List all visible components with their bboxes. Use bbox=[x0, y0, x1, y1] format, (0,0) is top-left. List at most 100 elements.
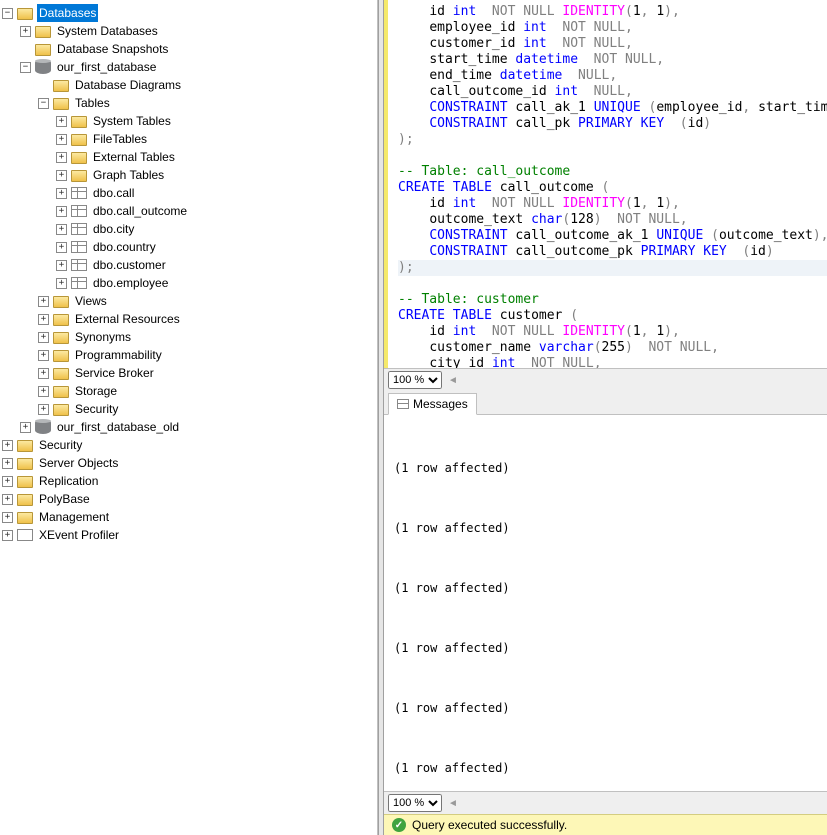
expand-toggle[interactable]: + bbox=[38, 368, 49, 379]
tree-node-table[interactable]: dbo.employee bbox=[91, 274, 170, 292]
folder-icon bbox=[53, 386, 69, 398]
scroll-left-icon[interactable]: ◄ bbox=[444, 798, 462, 809]
status-bar: ✓ Query executed successfully. bbox=[384, 814, 827, 835]
messages-panel[interactable]: (1 row affected) (1 row affected) (1 row… bbox=[384, 415, 827, 791]
message-line: (1 row affected) bbox=[394, 633, 817, 663]
tree-node[interactable]: Graph Tables bbox=[91, 166, 166, 184]
expand-toggle[interactable]: + bbox=[2, 512, 13, 523]
results-tab-row: Messages bbox=[384, 391, 827, 415]
tree-node[interactable]: Server Objects bbox=[37, 454, 120, 472]
xevent-icon bbox=[17, 529, 33, 541]
folder-icon bbox=[53, 350, 69, 362]
tree-node[interactable]: Tables bbox=[73, 94, 112, 112]
expand-toggle[interactable]: + bbox=[38, 350, 49, 361]
tree-node-table[interactable]: dbo.country bbox=[91, 238, 158, 256]
expand-toggle[interactable]: + bbox=[38, 386, 49, 397]
tree-node-table[interactable]: dbo.call bbox=[91, 184, 136, 202]
expand-toggle[interactable]: + bbox=[38, 314, 49, 325]
folder-icon bbox=[17, 8, 33, 20]
messages-zoom-bar: 100 % ◄ bbox=[384, 791, 827, 814]
tree-node-table[interactable]: dbo.call_outcome bbox=[91, 202, 189, 220]
tree-node[interactable]: Security bbox=[73, 400, 120, 418]
sql-editor[interactable]: id int NOT NULL IDENTITY(1, 1), employee… bbox=[384, 0, 827, 368]
tree-node[interactable]: XEvent Profiler bbox=[37, 526, 121, 544]
tree-node[interactable]: System Tables bbox=[91, 112, 173, 130]
expand-spacer bbox=[20, 44, 31, 55]
tree-node[interactable]: External Tables bbox=[91, 148, 177, 166]
tree-node[interactable]: Database Diagrams bbox=[73, 76, 183, 94]
expand-toggle[interactable]: + bbox=[56, 116, 67, 127]
zoom-select[interactable]: 100 % bbox=[388, 371, 442, 389]
expand-toggle[interactable]: + bbox=[20, 422, 31, 433]
table-icon bbox=[71, 259, 87, 271]
expand-toggle[interactable]: + bbox=[38, 296, 49, 307]
folder-icon bbox=[17, 440, 33, 452]
tree-node[interactable]: Management bbox=[37, 508, 111, 526]
expand-toggle[interactable]: + bbox=[56, 134, 67, 145]
tree-node[interactable]: Programmability bbox=[73, 346, 164, 364]
expand-toggle[interactable]: − bbox=[20, 62, 31, 73]
message-line: (1 row affected) bbox=[394, 453, 817, 483]
folder-icon bbox=[71, 116, 87, 128]
folder-icon bbox=[17, 494, 33, 506]
tree-node-table[interactable]: dbo.customer bbox=[91, 256, 168, 274]
expand-toggle[interactable]: + bbox=[56, 224, 67, 235]
expand-toggle[interactable]: + bbox=[56, 152, 67, 163]
tree-node[interactable]: Storage bbox=[73, 382, 119, 400]
table-icon bbox=[71, 187, 87, 199]
folder-icon bbox=[53, 404, 69, 416]
folder-icon bbox=[53, 296, 69, 308]
message-line: (1 row affected) bbox=[394, 573, 817, 603]
folder-icon bbox=[53, 368, 69, 380]
object-explorer-tree[interactable]: − Databases + System Databases Database S… bbox=[0, 4, 377, 544]
tree-node[interactable]: External Resources bbox=[73, 310, 182, 328]
tree-node[interactable]: Security bbox=[37, 436, 84, 454]
expand-toggle[interactable]: + bbox=[56, 278, 67, 289]
folder-icon bbox=[35, 26, 51, 38]
tree-node[interactable]: Replication bbox=[37, 472, 100, 490]
expand-toggle[interactable]: + bbox=[38, 332, 49, 343]
tree-node[interactable]: Views bbox=[73, 292, 109, 310]
folder-icon bbox=[71, 152, 87, 164]
expand-toggle[interactable]: + bbox=[56, 260, 67, 271]
editor-results-panel: id int NOT NULL IDENTITY(1, 1), employee… bbox=[384, 0, 827, 835]
tree-node-table[interactable]: dbo.city bbox=[91, 220, 136, 238]
expand-toggle[interactable]: + bbox=[20, 26, 31, 37]
expand-toggle[interactable]: + bbox=[2, 476, 13, 487]
expand-toggle[interactable]: + bbox=[2, 440, 13, 451]
editor-zoom-bar: 100 % ◄ bbox=[384, 368, 827, 391]
object-explorer-panel: − Databases + System Databases Database S… bbox=[0, 0, 378, 835]
tree-node[interactable]: Service Broker bbox=[73, 364, 156, 382]
expand-toggle[interactable]: + bbox=[38, 404, 49, 415]
expand-toggle[interactable]: + bbox=[2, 458, 13, 469]
tree-node-db[interactable]: our_first_database_old bbox=[55, 418, 181, 436]
tree-node[interactable]: PolyBase bbox=[37, 490, 92, 508]
tree-node[interactable]: FileTables bbox=[91, 130, 149, 148]
folder-icon bbox=[53, 314, 69, 326]
tab-messages[interactable]: Messages bbox=[388, 393, 477, 415]
expand-toggle[interactable]: + bbox=[56, 206, 67, 217]
folder-icon bbox=[71, 170, 87, 182]
tree-node-databases[interactable]: Databases bbox=[37, 4, 98, 22]
folder-icon bbox=[71, 134, 87, 146]
expand-toggle[interactable]: − bbox=[38, 98, 49, 109]
scroll-left-icon[interactable]: ◄ bbox=[444, 375, 462, 386]
tree-node[interactable]: Synonyms bbox=[73, 328, 133, 346]
expand-toggle[interactable]: + bbox=[56, 188, 67, 199]
database-icon bbox=[35, 421, 51, 434]
folder-icon bbox=[35, 44, 51, 56]
tree-node-db[interactable]: our_first_database bbox=[55, 58, 158, 76]
message-line: (1 row affected) bbox=[394, 753, 817, 783]
table-icon bbox=[71, 241, 87, 253]
expand-toggle[interactable]: + bbox=[56, 170, 67, 181]
expand-toggle[interactable]: + bbox=[2, 494, 13, 505]
zoom-select[interactable]: 100 % bbox=[388, 794, 442, 812]
tree-node[interactable]: Database Snapshots bbox=[55, 40, 170, 58]
table-icon bbox=[71, 223, 87, 235]
expand-toggle[interactable]: + bbox=[2, 530, 13, 541]
tab-label: Messages bbox=[413, 397, 468, 411]
expand-toggle[interactable]: + bbox=[56, 242, 67, 253]
messages-icon bbox=[397, 399, 409, 409]
expand-toggle[interactable]: − bbox=[2, 8, 13, 19]
tree-node[interactable]: System Databases bbox=[55, 22, 160, 40]
